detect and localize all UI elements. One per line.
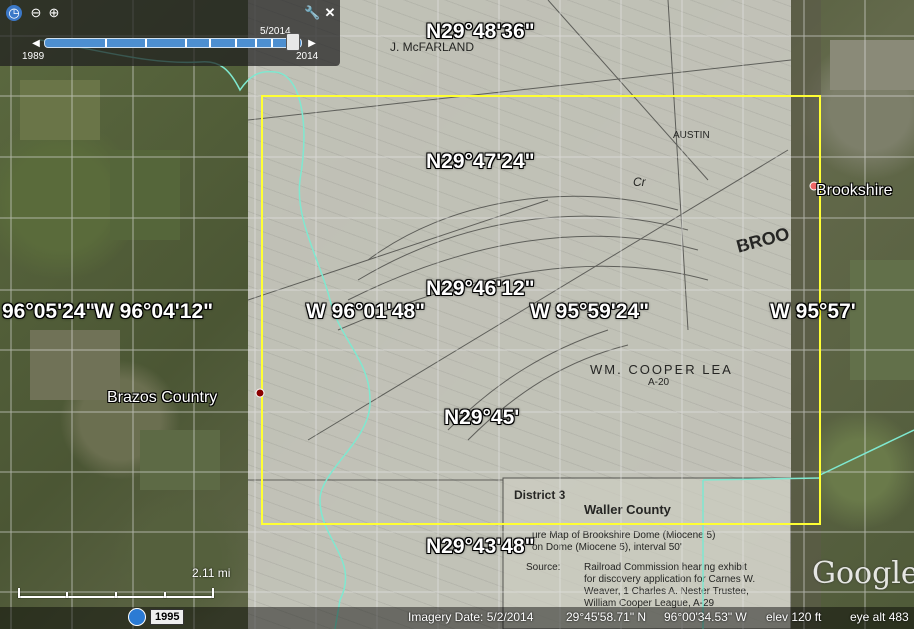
- lon-label: W 95°59'24": [530, 300, 650, 323]
- slider-tick: [255, 39, 257, 47]
- close-icon[interactable]: ✕: [322, 5, 338, 21]
- lease-abstract: A-20: [648, 377, 670, 388]
- lat-label: N29°46'12": [426, 277, 535, 300]
- label-cr: Cr: [633, 175, 646, 189]
- caption-line-2: on Dome (Miocene 5), interval 50': [532, 542, 682, 553]
- field-patch: [140, 430, 220, 490]
- zoom-out-icon[interactable]: ⊖: [28, 5, 44, 21]
- start-year: 1989: [22, 51, 45, 62]
- caption-line-1: ure Map of Brookshire Dome (Miocene 5): [532, 530, 716, 541]
- slider-tick: [271, 39, 273, 47]
- field-patch: [830, 40, 914, 90]
- place-label-brookshire[interactable]: Brookshire: [816, 182, 892, 200]
- end-year: 2014: [296, 51, 319, 62]
- cursor-longitude: 96°00'34.53" W: [664, 610, 747, 624]
- step-back-icon[interactable]: ◀: [28, 36, 44, 52]
- lease-label: WM. COOPER LEA: [590, 362, 733, 377]
- slider-tick: [235, 39, 237, 47]
- scale-tick: [164, 592, 166, 598]
- historical-imagery-icon[interactable]: [128, 608, 146, 626]
- google-logo: Google: [812, 556, 914, 591]
- time-slider-panel: ◷ ⊖ ⊕ 🔧 ✕ 5/2014 ◀ ▶ 1989 2014: [0, 0, 340, 66]
- field-patch: [850, 260, 914, 380]
- eye-altitude: eye alt 483: [850, 610, 909, 624]
- source-line-1: Railroad Commission hearing exhibit: [584, 562, 747, 573]
- lat-label: N29°45': [444, 406, 520, 429]
- cursor-latitude: 29°45'58.71" N: [566, 610, 647, 624]
- slider-tick: [209, 39, 211, 47]
- scale-tick: [115, 592, 117, 598]
- scale-label: 2.11 mi: [192, 566, 231, 580]
- slider-tick: [185, 39, 187, 47]
- scale-bar: 2.11 mi: [18, 566, 230, 600]
- district-label: District 3: [514, 488, 566, 502]
- place-label-brazos[interactable]: Brazos Country: [107, 389, 217, 407]
- step-forward-icon[interactable]: ▶: [304, 36, 320, 52]
- lon-label: W 95°57': [770, 300, 856, 323]
- lon-label: W 96°04'12": [94, 300, 214, 323]
- elevation: elev 120 ft: [766, 610, 822, 624]
- lat-label: N29°48'36": [426, 20, 535, 43]
- wrench-icon[interactable]: 🔧: [304, 5, 320, 21]
- lon-label: W 96°01'48": [306, 300, 426, 323]
- historical-year[interactable]: 1995: [150, 609, 185, 625]
- scale-tick: [66, 592, 68, 598]
- source-line-3: Weaver, 1 Charles A. Nester Trustee,: [584, 586, 749, 597]
- label-austin: AUSTIN: [673, 130, 710, 141]
- imagery-date: Imagery Date: 5/2/2014: [408, 610, 534, 624]
- slider-tick: [105, 39, 107, 47]
- slider-tick: [145, 39, 147, 47]
- county-label: Waller County: [584, 502, 671, 517]
- scale-tick: [212, 588, 214, 598]
- field-patch: [110, 150, 180, 240]
- status-bar: 1995 Imagery Date: 5/2/2014 29°45'58.71"…: [0, 607, 914, 629]
- zoom-in-icon[interactable]: ⊕: [46, 5, 62, 21]
- source-label: Source:: [526, 562, 561, 573]
- lat-label: N29°43'48": [426, 535, 535, 558]
- time-slider-track[interactable]: [44, 38, 302, 48]
- field-patch: [20, 80, 100, 140]
- clock-icon[interactable]: ◷: [6, 5, 22, 21]
- lat-label: N29°47'24": [426, 150, 535, 173]
- scale-tick: [18, 588, 20, 598]
- lon-label: 96°05'24": [2, 300, 96, 323]
- time-slider-thumb[interactable]: [286, 33, 301, 51]
- source-line-2: for discovery application for Carnes W.: [584, 574, 756, 585]
